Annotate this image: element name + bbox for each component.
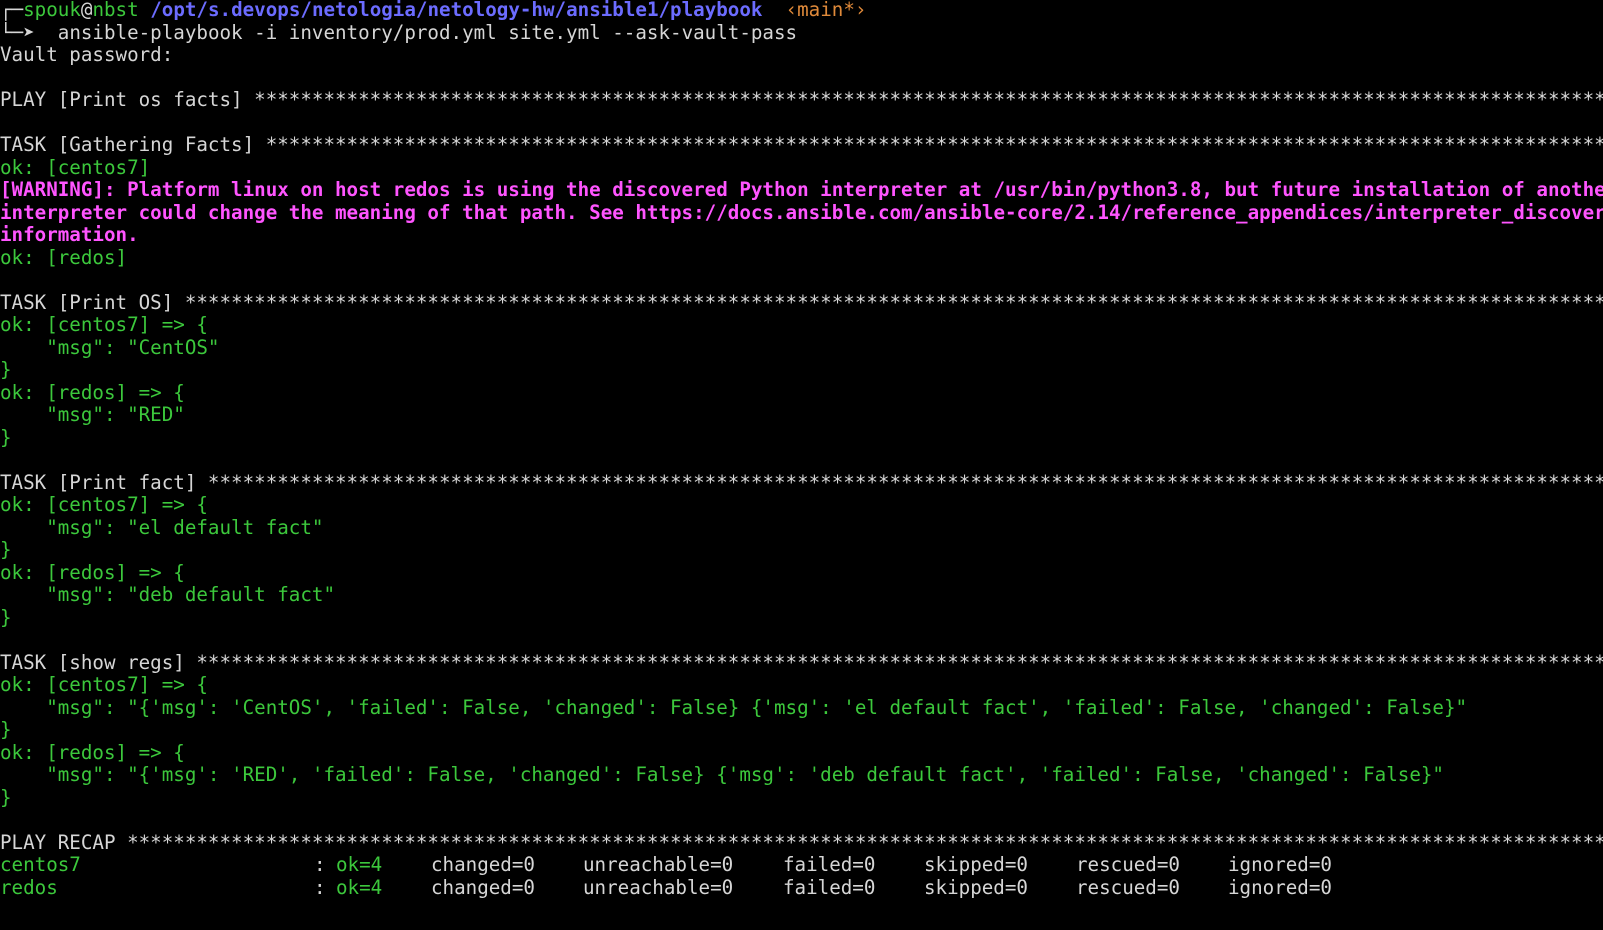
recap-rescued: rescued=0: [1076, 876, 1180, 899]
task-header-print-fact: TASK [Print fact] **********************…: [0, 471, 1603, 494]
recap-ignored: ignored=0: [1228, 854, 1332, 876]
output-line: }: [0, 606, 12, 629]
prompt-corner: ┌─: [0, 0, 24, 21]
command-line[interactable]: └─➤ ansible-playbook -i inventory/prod.y…: [0, 22, 1603, 45]
prompt-user: spouk: [23, 0, 81, 21]
output-line: "msg": "RED": [0, 404, 185, 426]
warning-line: interpreter could change the meaning of …: [0, 201, 1603, 224]
recap-skipped: skipped=0: [924, 876, 1028, 899]
output-line: }: [0, 786, 12, 809]
recap-colon: :: [314, 854, 326, 876]
recap-rescued: rescued=0: [1076, 854, 1180, 876]
recap-changed: changed=0: [431, 876, 535, 899]
vault-password-prompt[interactable]: Vault password:: [0, 44, 1603, 67]
output-line: "msg": "{'msg': 'CentOS', 'failed': Fals…: [0, 696, 1468, 719]
ok-line-redos: ok: [redos]: [0, 246, 128, 269]
recap-failed: failed=0: [783, 876, 876, 899]
output-line: ok: [centos7] => {: [0, 494, 208, 516]
recap-colon: :: [314, 876, 326, 899]
task-header-print-os: TASK [Print OS] ************************…: [0, 291, 1603, 314]
recap-failed: failed=0: [783, 854, 876, 876]
output-line: ok: [centos7] => {: [0, 674, 208, 696]
recap-host: redos: [0, 876, 58, 899]
recap-host: centos7: [0, 854, 81, 876]
output-line: ok: [redos] => {: [0, 561, 185, 584]
task-header-show-regs: TASK [show regs] ***********************…: [0, 651, 1603, 674]
output-line: }: [0, 426, 12, 449]
task-header-gathering-facts: TASK [Gathering Facts] *****************…: [0, 134, 1603, 156]
warning-line: information.: [0, 224, 139, 246]
output-line: "msg": "deb default fact": [0, 584, 336, 606]
prompt-arrow: └─➤: [0, 21, 35, 44]
output-line: "msg": "el default fact": [0, 516, 324, 539]
play-header: PLAY [Print os facts] ******************…: [0, 89, 1603, 111]
prompt-at: @: [80, 0, 93, 21]
warning-line: [WARNING]: Platform linux on host redos …: [0, 179, 1603, 201]
terminal-window[interactable]: ┌─spouk@nbst /opt/s.devops/netologia/net…: [0, 0, 1603, 929]
recap-skipped: skipped=0: [924, 854, 1028, 876]
output-line: }: [0, 359, 12, 381]
recap-row-centos7: centos7: ok=4 changed=0 unreachable=0 failed…: [0, 854, 1603, 877]
prompt-branch: ‹main*›: [785, 0, 867, 21]
output-line: }: [0, 539, 12, 561]
ok-line-centos7: ok: [centos7]: [0, 156, 151, 179]
prompt-line: ┌─spouk@nbst /opt/s.devops/netologia/net…: [0, 0, 1603, 22]
prompt-host: nbst: [92, 0, 139, 21]
recap-ok: ok=4: [336, 876, 383, 899]
recap-unreachable: unreachable=0: [583, 876, 734, 899]
recap-unreachable: unreachable=0: [583, 854, 734, 876]
output-line: "msg": "{'msg': 'RED', 'failed': False, …: [0, 764, 1444, 786]
recap-ignored: ignored=0: [1228, 876, 1332, 899]
play-recap-header: PLAY RECAP *****************************…: [0, 831, 1603, 854]
output-line: }: [0, 719, 12, 741]
output-line: ok: [centos7] => {: [0, 314, 208, 336]
recap-ok: ok=4: [336, 854, 383, 876]
command-text: ansible-playbook -i inventory/prod.yml s…: [57, 21, 798, 44]
output-line: ok: [redos] => {: [0, 741, 185, 764]
recap-changed: changed=0: [431, 854, 535, 876]
prompt-path: /opt/s.devops/netologia/netology-hw/ansi…: [150, 0, 763, 21]
output-line: "msg": "CentOS": [0, 336, 220, 359]
output-line: ok: [redos] => {: [0, 381, 185, 404]
recap-row-redos: redos: ok=4 changed=0 unreachable=0 failed=0…: [0, 877, 1603, 900]
